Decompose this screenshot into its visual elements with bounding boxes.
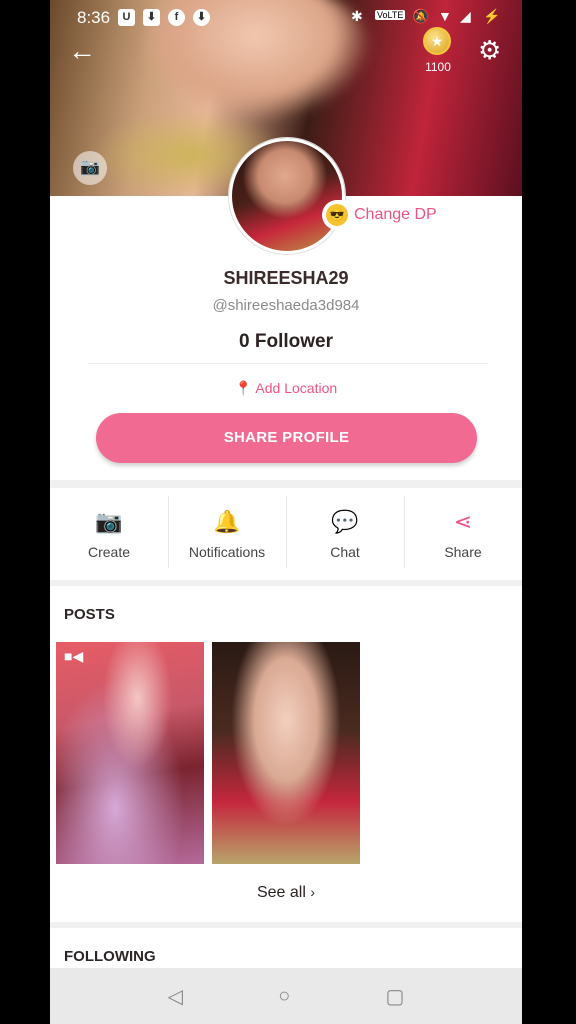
download-circle-icon: ⬇ xyxy=(193,9,210,26)
divider xyxy=(88,363,488,364)
add-location-label: Add Location xyxy=(255,380,338,396)
post-thumbnail[interactable]: ■◀ xyxy=(56,642,204,864)
profile-screen: 8:36 U ⬇ f ⬇ ✱ VoLTE 🔕 ▼ ◢ ⚡ ← ★ 1100 ⚙ … xyxy=(0,0,576,1024)
back-arrow-icon[interactable]: ← xyxy=(68,36,98,66)
bell-icon: 🔔 xyxy=(213,509,241,534)
change-dp-label: Change DP xyxy=(354,206,437,223)
share-icon: ⋖ xyxy=(453,509,473,534)
see-all-label: See all xyxy=(256,884,306,901)
chat-icon: 💬 xyxy=(331,509,359,534)
share-profile-button[interactable]: SHARE PROFILE xyxy=(96,413,477,463)
avatar[interactable] xyxy=(229,138,345,254)
user-handle: @shireeshaeda3d984 xyxy=(212,297,360,314)
action-bar: 📷 Create 🔔 Notifications 💬 Chat ⋖ Share xyxy=(50,488,522,580)
bluetooth-icon: ✱ xyxy=(351,8,363,24)
action-notifications[interactable]: 🔔 Notifications xyxy=(168,488,286,580)
status-bar: 8:36 U ⬇ f ⬇ ✱ VoLTE 🔕 ▼ ◢ ⚡ xyxy=(0,0,576,34)
username: SHIREESHA29 xyxy=(223,268,349,288)
action-label: Create xyxy=(87,544,131,560)
action-share[interactable]: ⋖ Share xyxy=(404,488,522,580)
battery-icon: ⚡ xyxy=(483,8,501,24)
action-chat[interactable]: 💬 Chat xyxy=(286,488,404,580)
change-dp-button[interactable]: 😎 Change DP xyxy=(322,200,447,230)
action-label: Notifications xyxy=(188,544,266,560)
action-label: Share xyxy=(444,544,482,560)
mute-icon: 🔕 xyxy=(412,8,430,24)
add-location-link[interactable]: 📍 Add Location xyxy=(50,380,522,397)
nav-recents-icon[interactable]: ▢ xyxy=(385,984,404,1009)
facebook-icon: f xyxy=(168,9,185,26)
change-cover-camera-icon[interactable]: 📷 xyxy=(73,151,107,185)
posts-section: POSTS ■◀ See all › xyxy=(50,586,522,922)
coin-count: 1100 xyxy=(425,60,451,74)
chevron-right-icon: › xyxy=(310,884,316,900)
post-thumbnail[interactable] xyxy=(212,642,360,864)
u-app-icon: U xyxy=(118,9,135,26)
right-letterbox xyxy=(522,34,576,1024)
following-section: FOLLOWING xyxy=(50,928,522,968)
coin-icon[interactable]: ★ xyxy=(423,27,451,55)
status-time: 8:36 xyxy=(77,8,111,27)
posts-title: POSTS xyxy=(64,606,115,623)
location-pin-icon: 📍 xyxy=(234,380,253,396)
left-letterbox xyxy=(0,34,50,1024)
follower-count[interactable]: 0 Follower xyxy=(50,331,522,353)
section-gap xyxy=(50,480,522,488)
volte-icon: VoLTE xyxy=(375,10,406,20)
following-title: FOLLOWING xyxy=(64,948,156,965)
video-camera-icon: ■◀ xyxy=(64,648,84,664)
download-icon: ⬇ xyxy=(143,9,160,26)
action-label: Chat xyxy=(330,544,360,560)
nav-back-icon[interactable]: ◁ xyxy=(168,984,183,1009)
camera-icon: 📷 xyxy=(95,509,123,534)
action-create[interactable]: 📷 Create xyxy=(50,488,168,580)
gear-icon[interactable]: ⚙ xyxy=(478,36,501,64)
system-nav-bar: ◁ ○ ▢ xyxy=(50,968,522,1024)
see-all-link[interactable]: See all › xyxy=(50,884,522,902)
nav-home-icon[interactable]: ○ xyxy=(278,985,290,1008)
sunglasses-emoji-icon: 😎 xyxy=(326,204,348,226)
wifi-icon: ▼ xyxy=(438,8,452,24)
signal-icon: ◢ xyxy=(460,8,471,24)
